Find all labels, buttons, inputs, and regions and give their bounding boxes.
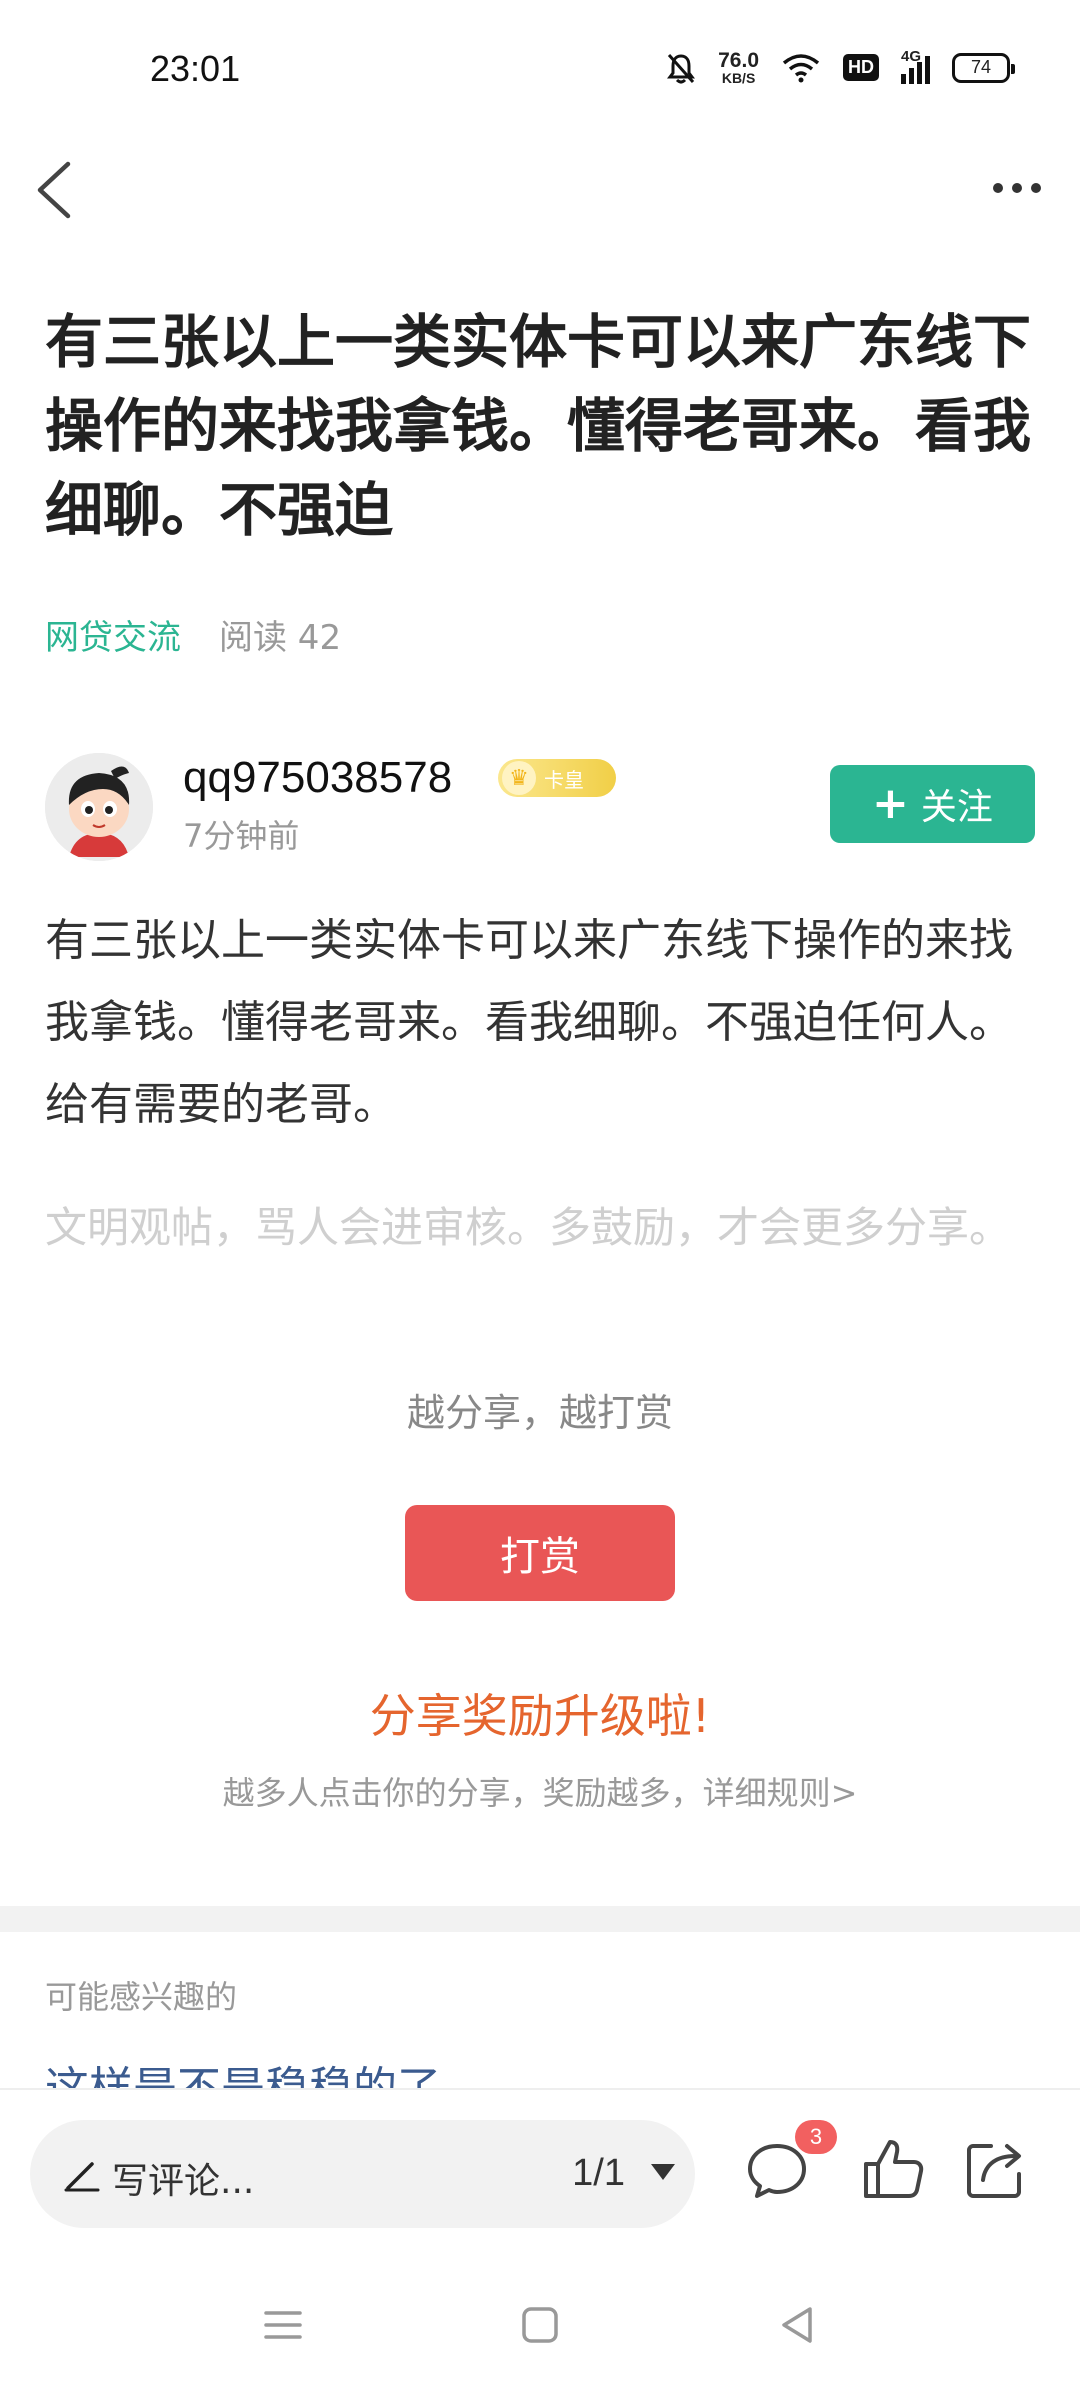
author-row: qq975038578 ♛ 卡皇 7分钟前 + 关注 xyxy=(45,753,1035,863)
related-item[interactable]: 这样是不是稳稳的了 xyxy=(45,2052,441,2088)
share-rule-link[interactable]: 越多人点击你的分享，奖励越多，详细规则> xyxy=(0,1768,1080,1814)
caret-down-icon[interactable] xyxy=(651,2164,675,2180)
status-time: 23:01 xyxy=(150,48,241,89)
follow-label: 关注 xyxy=(920,787,993,828)
status-icons: 76.0 KB/S HD 4G 74 xyxy=(666,48,1015,85)
top-nav xyxy=(0,140,1080,240)
post-body: 有三张以上一类实体卡可以来广东线下操作的来找我拿钱。懂得老哥来。看我细聊。不强迫… xyxy=(45,915,1013,1130)
bottom-bar: 写评论... 1/1 3 xyxy=(0,2088,1080,2258)
comment-input[interactable]: 写评论... 1/1 xyxy=(30,2120,695,2228)
pencil-icon xyxy=(64,2162,100,2192)
author-name[interactable]: qq975038578 xyxy=(183,753,452,803)
page-indicator[interactable]: 1/1 xyxy=(572,2152,625,2195)
post-time: 7分钟前 xyxy=(183,817,300,855)
system-nav-bar xyxy=(0,2258,1080,2400)
follow-button[interactable]: + 关注 xyxy=(830,765,1035,843)
share-promo-title: 分享奖励升级啦! xyxy=(369,1689,711,1743)
signal-icon: 4G xyxy=(901,48,930,84)
battery-level: 74 xyxy=(970,57,992,77)
plus-icon: + xyxy=(872,778,909,829)
home-square-icon[interactable] xyxy=(515,2300,565,2350)
comment-count-badge: 3 xyxy=(795,2120,837,2154)
avatar-boy-icon xyxy=(45,753,153,861)
related-header: 可能感兴趣的 xyxy=(45,1978,238,2016)
more-icon[interactable] xyxy=(982,168,1052,208)
battery-icon: 74 xyxy=(952,52,1015,83)
wifi-icon xyxy=(782,53,820,82)
avatar[interactable] xyxy=(45,753,153,861)
comment-placeholder: 写评论... xyxy=(112,2161,255,2202)
mute-bell-icon xyxy=(667,53,696,83)
level-badge-label: 卡皇 xyxy=(544,767,584,792)
network-speed: 76.0 KB/S xyxy=(718,50,759,85)
network-speed-value: 76.0 xyxy=(718,49,759,72)
back-triangle-icon[interactable] xyxy=(772,2300,822,2350)
level-badge: ♛ 卡皇 xyxy=(498,759,616,797)
section-divider xyxy=(0,1906,1080,1932)
post-meta: 网贷交流 阅读 42 xyxy=(45,610,341,659)
status-bar: 23:01 76.0 KB/S HD 4G 74 xyxy=(0,0,1080,140)
reward-slogan: 越分享，越打赏 xyxy=(406,1391,673,1435)
hd-badge: HD xyxy=(843,54,879,81)
menu-icon[interactable] xyxy=(258,2300,308,2350)
post-category[interactable]: 网贷交流 xyxy=(45,610,181,659)
related-list: 这样是不是稳稳的了 xyxy=(0,2040,1080,2088)
thumbs-up-icon[interactable] xyxy=(860,2136,926,2202)
network-type: 4G xyxy=(901,47,922,65)
crown-icon: ♛ xyxy=(502,761,536,795)
back-icon[interactable] xyxy=(28,158,88,222)
network-speed-unit: KB/S xyxy=(721,70,756,86)
post-title: 有三张以上一类实体卡可以来广东线下操作的来找我拿钱。懂得老哥来。看我细聊。不强迫 xyxy=(45,308,1032,544)
reward-button[interactable]: 打赏 xyxy=(405,1505,675,1601)
share-icon[interactable] xyxy=(965,2138,1027,2200)
read-count: 阅读 42 xyxy=(219,618,342,658)
civility-hint: 文明观帖，骂人会进审核。多鼓励，才会更多分享。 xyxy=(45,1203,1012,1252)
